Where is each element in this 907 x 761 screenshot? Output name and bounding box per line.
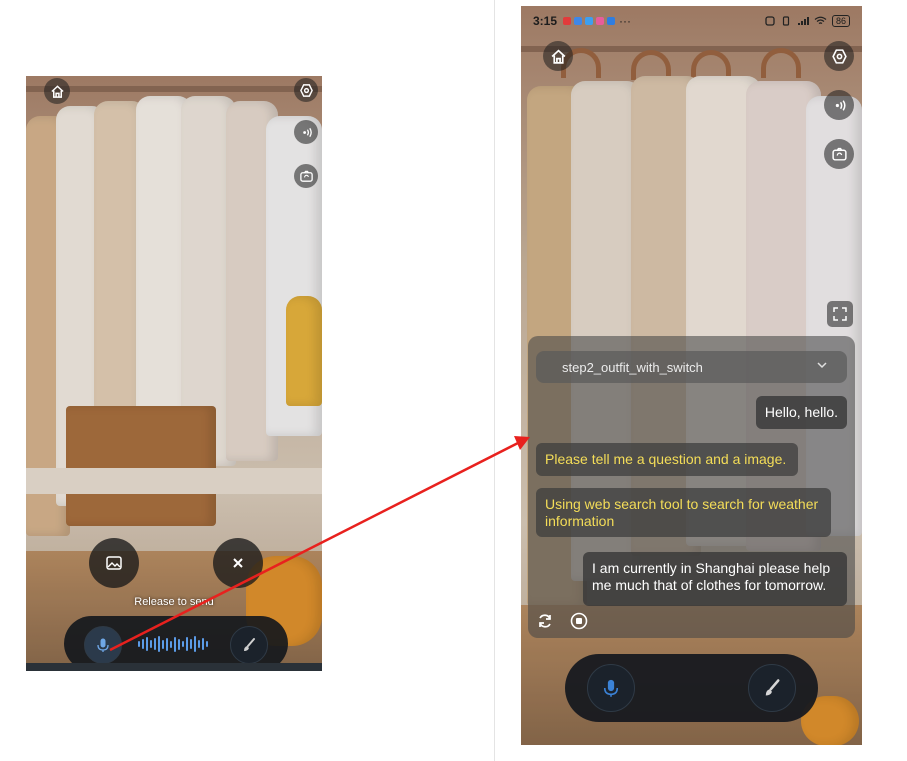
annotation-arrow: [109, 436, 530, 652]
